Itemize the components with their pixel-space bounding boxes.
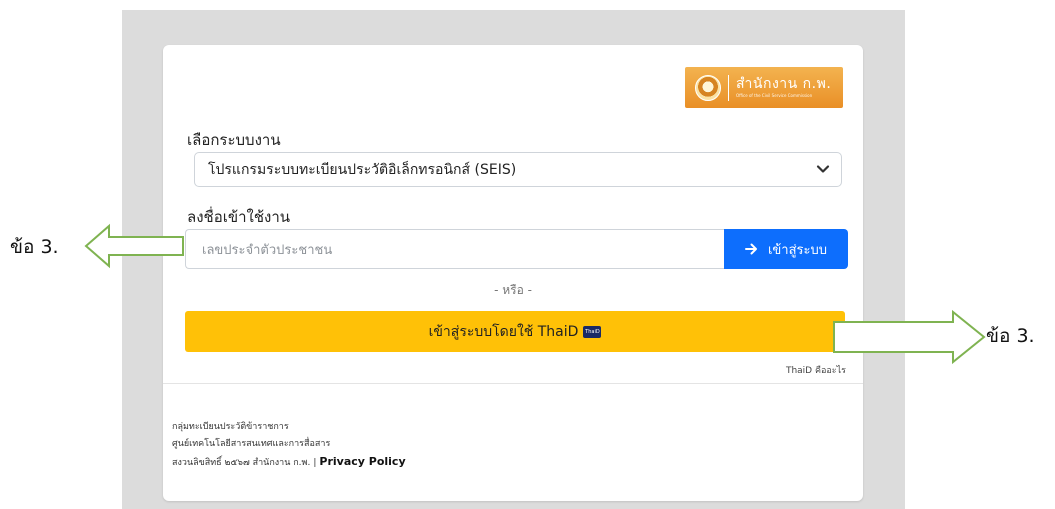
- annotation-right-label: ข้อ 3.: [986, 325, 1035, 347]
- right-arrow-icon: [833, 309, 986, 365]
- privacy-policy-link[interactable]: Privacy Policy: [319, 455, 405, 468]
- chevron-down-icon: [816, 165, 830, 173]
- annotation-left-label: ข้อ 3.: [10, 236, 59, 258]
- footer-copyright: สงวนลิขสิทธิ์ ๒๕๖๗ สำนักงาน ก.พ.: [172, 458, 311, 468]
- thaid-button-label: เข้าสู่ระบบโดยใช้ ThaiD: [428, 323, 579, 340]
- footer-center: ศูนย์เทคโนโลยีสารสนเทศและการสื่อสาร: [172, 439, 331, 449]
- logo-divider: [728, 74, 729, 101]
- thaid-badge-text: ThaiD: [585, 328, 600, 335]
- logo-title: สำนักงาน ก.พ.: [736, 76, 832, 92]
- thaid-logo-icon: ThaiD: [583, 325, 602, 338]
- thaid-help-link[interactable]: ThaiD คืออะไร: [786, 363, 846, 377]
- login-button[interactable]: เข้าสู่ระบบ: [724, 229, 848, 269]
- citizen-id-placeholder: เลขประจำตัวประชาชน: [202, 242, 333, 258]
- footer-separator: |: [313, 458, 317, 468]
- logo-text-block: สำนักงาน ก.พ. Office of the Civil Servic…: [736, 77, 831, 98]
- system-select-value: โปรแกรมระบบทะเบียนประวัติอิเล็กทรอนิกส์ …: [208, 161, 517, 178]
- left-arrow-icon: [84, 223, 184, 269]
- footer: กลุ่มทะเบียนประวัติข้าราชการ ศูนย์เทคโนโ…: [172, 419, 406, 472]
- login-input-group: เลขประจำตัวประชาชน เข้าสู่ระบบ: [185, 229, 848, 269]
- card-divider: [163, 383, 863, 384]
- ocsc-logo: สำนักงาน ก.พ. Office of the Civil Servic…: [685, 67, 843, 108]
- login-label: ลงชื่อเข้าใช้งาน: [187, 208, 291, 226]
- footer-copyright-row: สงวนลิขสิทธิ์ ๒๕๖๗ สำนักงาน ก.พ. | Privacy…: [172, 453, 406, 472]
- arrow-right-icon: [744, 243, 757, 255]
- system-select[interactable]: โปรแกรมระบบทะเบียนประวัติอิเล็กทรอนิกส์ …: [194, 152, 842, 187]
- ocsc-seal-icon: [695, 74, 721, 101]
- logo-subtitle: Office of the Civil Service Commission: [736, 93, 813, 98]
- footer-department: กลุ่มทะเบียนประวัติข้าราชการ: [172, 422, 289, 432]
- thaid-login-button[interactable]: เข้าสู่ระบบโดยใช้ ThaiD ThaiD: [185, 311, 845, 352]
- login-card: สำนักงาน ก.พ. Office of the Civil Servic…: [163, 45, 863, 501]
- system-select-label: เลือกระบบงาน: [187, 131, 281, 149]
- login-button-label: เข้าสู่ระบบ: [767, 242, 828, 258]
- or-separator: - หรือ -: [494, 283, 532, 297]
- citizen-id-input[interactable]: เลขประจำตัวประชาชน: [185, 229, 724, 269]
